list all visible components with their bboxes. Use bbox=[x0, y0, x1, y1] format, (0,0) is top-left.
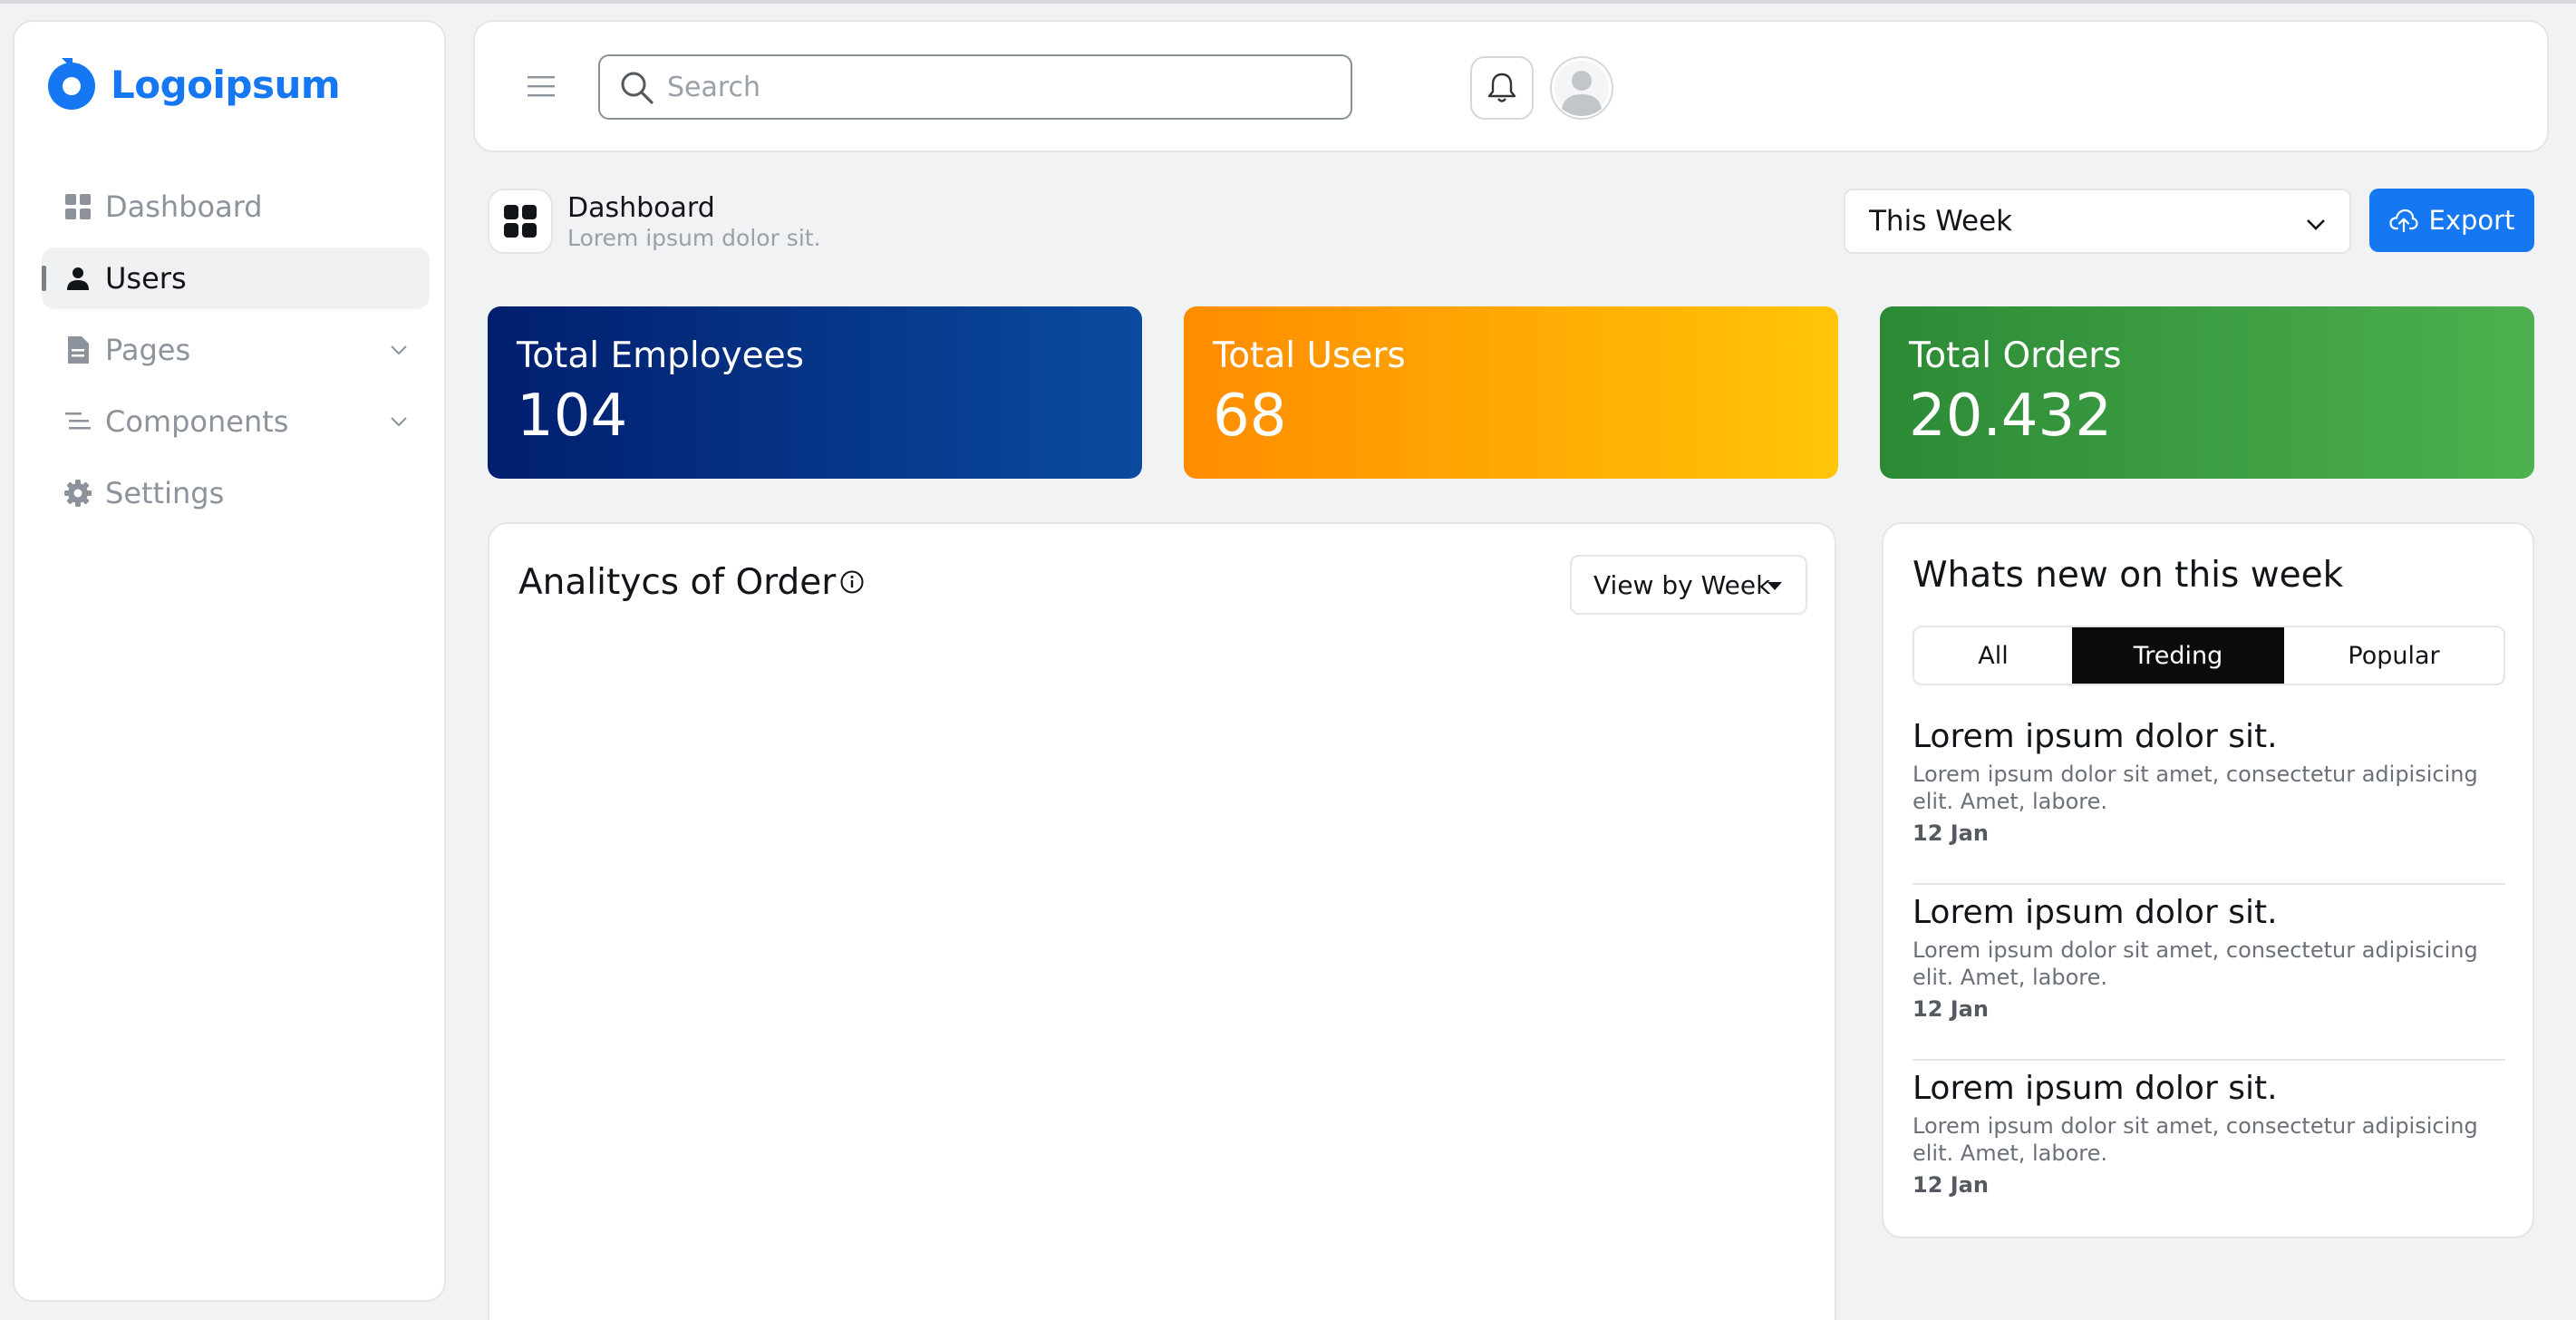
stat-label: Total Users bbox=[1213, 335, 1406, 376]
news-item-title: Lorem ipsum dolor sit. bbox=[1913, 718, 2278, 755]
news-item-description: Lorem ipsum dolor sit amet, consectetur … bbox=[1913, 762, 2478, 814]
tab-trending[interactable]: Treding bbox=[2072, 627, 2284, 684]
sidebar-nav: Dashboard Users Pages Components Setting… bbox=[42, 176, 430, 534]
stat-card-employees[interactable]: Total Employees 104 bbox=[488, 306, 1142, 479]
document-icon bbox=[63, 335, 92, 364]
window-top-border bbox=[0, 0, 2576, 4]
list-item[interactable]: Lorem ipsum dolor sit. Lorem ipsum dolor… bbox=[1913, 885, 2505, 1061]
sidebar-item-label: Dashboard bbox=[105, 189, 263, 224]
top-header bbox=[473, 20, 2549, 152]
menu-icon[interactable] bbox=[526, 73, 557, 100]
cloud-upload-icon bbox=[2388, 209, 2418, 233]
notifications-button[interactable] bbox=[1470, 56, 1534, 120]
info-icon[interactable] bbox=[839, 569, 865, 595]
tab-all[interactable]: All bbox=[1914, 627, 2072, 684]
period-select[interactable]: This Week bbox=[1844, 189, 2351, 254]
search-input[interactable] bbox=[667, 71, 1320, 103]
news-item-title: Lorem ipsum dolor sit. bbox=[1913, 1070, 2278, 1107]
news-item-description: Lorem ipsum dolor sit amet, consectetur … bbox=[1913, 1113, 2478, 1166]
stat-value: 104 bbox=[517, 383, 628, 450]
chevron-down-icon[interactable] bbox=[388, 339, 410, 361]
export-label: Export bbox=[2428, 205, 2515, 236]
stat-card-orders[interactable]: Total Orders 20.432 bbox=[1880, 306, 2534, 479]
sidebar-item-dashboard[interactable]: Dashboard bbox=[42, 176, 430, 238]
view-by-label: View by Week bbox=[1593, 569, 1771, 600]
news-item-description: Lorem ipsum dolor sit amet, consectetur … bbox=[1913, 937, 2478, 990]
news-tabs: All Treding Popular bbox=[1913, 626, 2505, 685]
tab-popular[interactable]: Popular bbox=[2284, 627, 2503, 684]
dashboard-grid-icon bbox=[63, 192, 92, 221]
news-list: Lorem ipsum dolor sit. Lorem ipsum dolor… bbox=[1913, 709, 2505, 1237]
news-item-date: 12 Jan bbox=[1913, 1172, 1989, 1198]
search-box[interactable] bbox=[598, 54, 1352, 120]
sidebar-item-label: Settings bbox=[105, 476, 225, 510]
whats-new-card: Whats new on this week All Treding Popul… bbox=[1882, 522, 2534, 1238]
brand-name: Logoipsum bbox=[111, 62, 341, 107]
logo-icon bbox=[48, 58, 95, 110]
page-icon bbox=[488, 189, 553, 254]
news-item-date: 12 Jan bbox=[1913, 996, 1989, 1022]
user-icon bbox=[63, 264, 92, 293]
list-item[interactable]: Lorem ipsum dolor sit. Lorem ipsum dolor… bbox=[1913, 709, 2505, 885]
view-by-dropdown[interactable]: View by Week bbox=[1570, 555, 1807, 615]
news-item-date: 12 Jan bbox=[1913, 820, 1989, 846]
period-select-value: This Week bbox=[1869, 205, 2013, 238]
sidebar: Logoipsum Dashboard Users Pages Componen… bbox=[13, 20, 446, 1302]
search-icon bbox=[621, 72, 654, 104]
chevron-down-icon bbox=[2307, 219, 2325, 230]
sidebar-item-label: Components bbox=[105, 404, 289, 439]
page-subtitle: Lorem ipsum dolor sit. bbox=[567, 225, 821, 251]
sidebar-item-pages[interactable]: Pages bbox=[42, 319, 430, 381]
avatar[interactable] bbox=[1550, 56, 1613, 120]
analytics-card: Analitycs of Order View by Week bbox=[488, 522, 1836, 1320]
stat-card-users[interactable]: Total Users 68 bbox=[1184, 306, 1838, 479]
gear-icon bbox=[63, 479, 92, 508]
brand-logo[interactable]: Logoipsum bbox=[42, 54, 341, 114]
caret-down-icon bbox=[1767, 582, 1782, 590]
list-icon bbox=[63, 407, 92, 436]
page-title: Dashboard bbox=[567, 192, 715, 224]
sidebar-item-users[interactable]: Users bbox=[42, 248, 430, 309]
analytics-title: Analitycs of Order bbox=[518, 562, 837, 603]
news-title: Whats new on this week bbox=[1913, 555, 2344, 596]
sidebar-item-settings[interactable]: Settings bbox=[42, 462, 430, 524]
bell-icon bbox=[1487, 73, 1516, 102]
stat-value: 20.432 bbox=[1909, 383, 2112, 450]
export-button[interactable]: Export bbox=[2369, 189, 2534, 252]
chevron-down-icon[interactable] bbox=[388, 411, 410, 432]
news-item-title: Lorem ipsum dolor sit. bbox=[1913, 894, 2278, 931]
list-item[interactable]: Lorem ipsum dolor sit. Lorem ipsum dolor… bbox=[1913, 1061, 2505, 1237]
sidebar-item-components[interactable]: Components bbox=[42, 391, 430, 452]
dashboard-grid-icon bbox=[504, 205, 537, 238]
sidebar-item-label: Users bbox=[105, 261, 187, 296]
stat-label: Total Employees bbox=[517, 335, 804, 376]
stat-value: 68 bbox=[1213, 383, 1287, 450]
stat-label: Total Orders bbox=[1909, 335, 2122, 376]
avatar-icon bbox=[1554, 61, 1609, 116]
sidebar-item-label: Pages bbox=[105, 333, 191, 367]
